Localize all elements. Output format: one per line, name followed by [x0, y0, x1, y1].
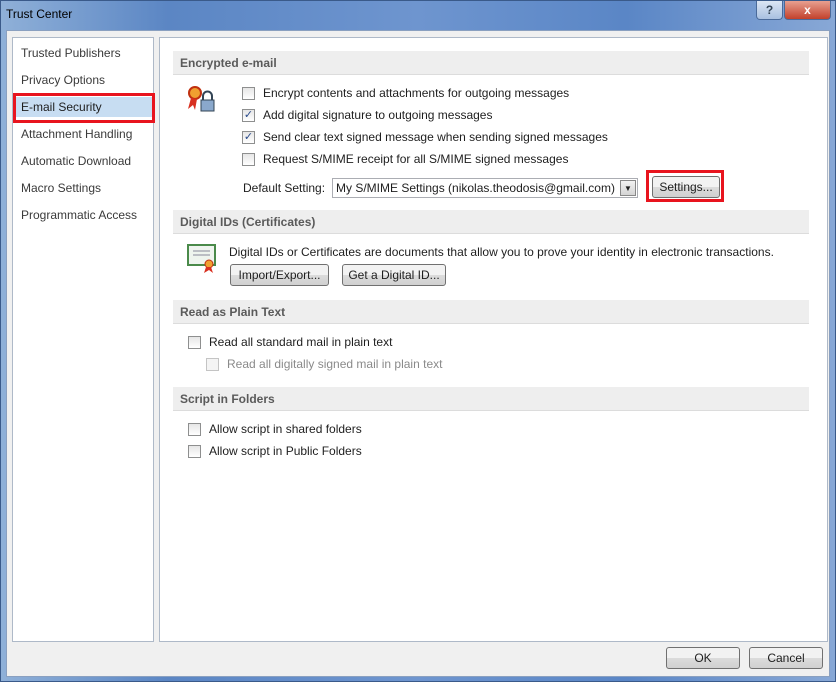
- dialog-client: Trusted Publishers Privacy Options E-mai…: [6, 30, 830, 677]
- close-icon: x: [804, 3, 811, 17]
- help-icon: ?: [765, 3, 774, 17]
- import-export-button[interactable]: Import/Export...: [230, 264, 329, 286]
- help-button[interactable]: ?: [756, 1, 783, 20]
- section-header-script: Script in Folders: [173, 387, 809, 411]
- default-setting-value: My S/MIME Settings (nikolas.theodosis@gm…: [336, 181, 615, 195]
- checkbox-label: Allow script in Public Folders: [209, 444, 362, 458]
- checkbox-label: Encrypt contents and attachments for out…: [263, 86, 570, 100]
- checkbox-label: Allow script in shared folders: [209, 422, 362, 436]
- close-button[interactable]: x: [784, 1, 831, 20]
- add-signature-checkbox[interactable]: ✓ Add digital signature to outgoing messa…: [242, 106, 492, 124]
- checkbox-box[interactable]: [206, 357, 219, 371]
- sidebar-item-trusted-publishers[interactable]: Trusted Publishers: [21, 43, 121, 63]
- window-title: Trust Center: [6, 7, 73, 21]
- checkbox-box[interactable]: [242, 152, 255, 166]
- checkbox-box[interactable]: [188, 422, 201, 436]
- checkbox-box[interactable]: [242, 86, 255, 100]
- sidebar: Trusted Publishers Privacy Options E-mai…: [12, 37, 155, 642]
- ok-button[interactable]: OK: [666, 647, 740, 669]
- script-shared-folders-checkbox[interactable]: Allow script in shared folders: [188, 420, 362, 438]
- checkbox-label: Request S/MIME receipt for all S/MIME si…: [263, 152, 569, 166]
- certificate-icon: [187, 244, 216, 273]
- section-header-encrypted: Encrypted e-mail: [173, 51, 809, 75]
- sidebar-item-automatic-download[interactable]: Automatic Download: [21, 151, 131, 171]
- default-setting-select[interactable]: My S/MIME Settings (nikolas.theodosis@gm…: [332, 178, 638, 198]
- checkbox-label: Read all digitally signed mail in plain …: [227, 357, 443, 371]
- main-panel: Encrypted e-mail Encrypt contents and at…: [159, 37, 828, 642]
- checkbox-label: Read all standard mail in plain text: [209, 335, 393, 349]
- read-signed-plain-text-checkbox[interactable]: Read all digitally signed mail in plain …: [206, 355, 442, 373]
- checkmark-icon[interactable]: ✓: [242, 130, 255, 144]
- sidebar-item-programmatic-access[interactable]: Programmatic Access: [21, 205, 137, 225]
- checkbox-box[interactable]: [188, 335, 201, 349]
- trust-center-window: Trust Center ? x Trusted Publishers Priv…: [0, 0, 836, 682]
- section-header-digital-ids: Digital IDs (Certificates): [173, 210, 809, 234]
- sidebar-item-privacy-options[interactable]: Privacy Options: [21, 70, 105, 90]
- checkbox-label: Send clear text signed message when send…: [263, 130, 608, 144]
- section-header-plain-text: Read as Plain Text: [173, 300, 809, 324]
- digital-ids-description: Digital IDs or Certificates are document…: [229, 245, 774, 259]
- sidebar-item-macro-settings[interactable]: Macro Settings: [21, 178, 101, 198]
- smime-receipt-checkbox[interactable]: Request S/MIME receipt for all S/MIME si…: [242, 150, 568, 168]
- checkmark-icon[interactable]: ✓: [242, 108, 255, 122]
- checkbox-box[interactable]: [188, 444, 201, 458]
- read-plain-text-checkbox[interactable]: Read all standard mail in plain text: [188, 333, 392, 351]
- script-public-folders-checkbox[interactable]: Allow script in Public Folders: [188, 442, 362, 460]
- checkbox-label: Add digital signature to outgoing messag…: [263, 108, 493, 122]
- sidebar-item-attachment-handling[interactable]: Attachment Handling: [21, 124, 132, 144]
- highlight-box: [13, 93, 155, 123]
- clear-text-signed-checkbox[interactable]: ✓ Send clear text signed message when sen…: [242, 128, 608, 146]
- certificate-lock-icon: [188, 86, 215, 112]
- encrypt-contents-checkbox[interactable]: Encrypt contents and attachments for out…: [242, 84, 569, 102]
- chevron-down-icon[interactable]: ▼: [620, 180, 636, 196]
- cancel-button[interactable]: Cancel: [749, 647, 823, 669]
- default-setting-label: Default Setting:: [243, 181, 326, 195]
- get-digital-id-button[interactable]: Get a Digital ID...: [342, 264, 446, 286]
- highlight-box: [646, 170, 724, 202]
